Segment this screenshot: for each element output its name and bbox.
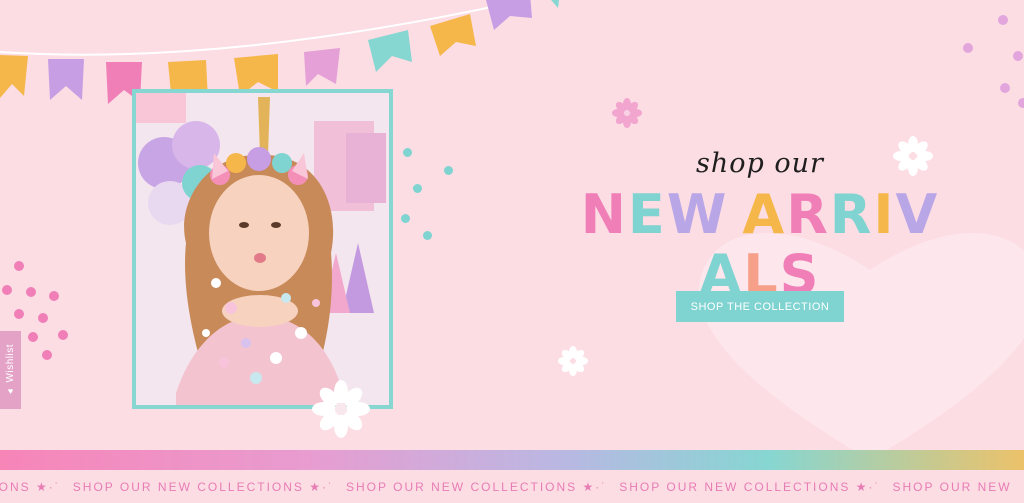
wishlist-label: Wishlist bbox=[5, 343, 16, 383]
decor-dot bbox=[403, 148, 412, 157]
decor-dot bbox=[14, 261, 24, 271]
ticker-item: SHOP OUR NEW COLLECTIONS ★·˙ bbox=[619, 480, 881, 494]
decor-dot bbox=[998, 15, 1008, 25]
decor-dot bbox=[28, 332, 38, 342]
headline-letter: W bbox=[666, 183, 729, 246]
wishlist-tab[interactable]: Wishlist ♥ bbox=[0, 331, 21, 409]
hero-banner: shop our NEW ARRIVALS SHOP THE COLLECTIO… bbox=[0, 0, 1024, 450]
flower-decoration bbox=[558, 346, 588, 376]
ticker-item: COLLECTIONS ★·˙ bbox=[0, 480, 61, 494]
rainbow-divider bbox=[0, 450, 1024, 470]
decor-dot bbox=[413, 184, 422, 193]
headline-letter: N bbox=[580, 183, 628, 246]
decor-dot bbox=[423, 231, 432, 240]
headline-letter: R bbox=[829, 183, 874, 246]
headline-letter: E bbox=[627, 183, 667, 246]
flower-decoration bbox=[312, 380, 370, 438]
heart-icon: ♥ bbox=[7, 386, 14, 397]
featured-photo-frame bbox=[132, 89, 393, 409]
decor-dot bbox=[38, 313, 48, 323]
decor-dot bbox=[1013, 51, 1023, 61]
decor-dot bbox=[401, 214, 410, 223]
headline-letter bbox=[728, 185, 742, 245]
marquee-ticker: COLLECTIONS ★·˙ SHOP OUR NEW COLLECTIONS … bbox=[0, 470, 1024, 503]
decor-dot bbox=[58, 330, 68, 340]
headline-letter: R bbox=[786, 183, 830, 246]
girl-unicorn-photo bbox=[136, 93, 389, 405]
shop-collection-button[interactable]: SHOP THE COLLECTION bbox=[676, 291, 844, 322]
decor-dot bbox=[2, 285, 12, 295]
script-heading: shop our bbox=[696, 148, 824, 179]
decor-dot bbox=[1000, 83, 1010, 93]
decor-dot bbox=[14, 309, 24, 319]
headline-letter: V bbox=[895, 183, 940, 246]
flower-decoration bbox=[612, 98, 642, 128]
ticker-item: SHOP OUR NEW COLLECTIONS ★·˙ bbox=[346, 480, 608, 494]
headline-letter: A bbox=[742, 183, 787, 246]
photo-illustration bbox=[136, 93, 389, 405]
decor-dot bbox=[963, 43, 973, 53]
ticker-track: COLLECTIONS ★·˙ SHOP OUR NEW COLLECTIONS … bbox=[0, 480, 1024, 494]
decor-dot bbox=[1018, 98, 1024, 108]
new-arrivals-heading: NEW ARRIVALS bbox=[560, 185, 960, 305]
ticker-item: SHOP OUR NEW bbox=[892, 480, 1012, 494]
ticker-item: SHOP OUR NEW COLLECTIONS ★·˙ bbox=[72, 480, 335, 494]
headline-letter: I bbox=[873, 183, 896, 246]
decor-dot bbox=[42, 350, 52, 360]
decor-dot bbox=[49, 291, 59, 301]
hero-headline: shop our NEW ARRIVALS bbox=[560, 148, 960, 305]
decor-dot bbox=[444, 166, 453, 175]
decor-dot bbox=[26, 287, 36, 297]
